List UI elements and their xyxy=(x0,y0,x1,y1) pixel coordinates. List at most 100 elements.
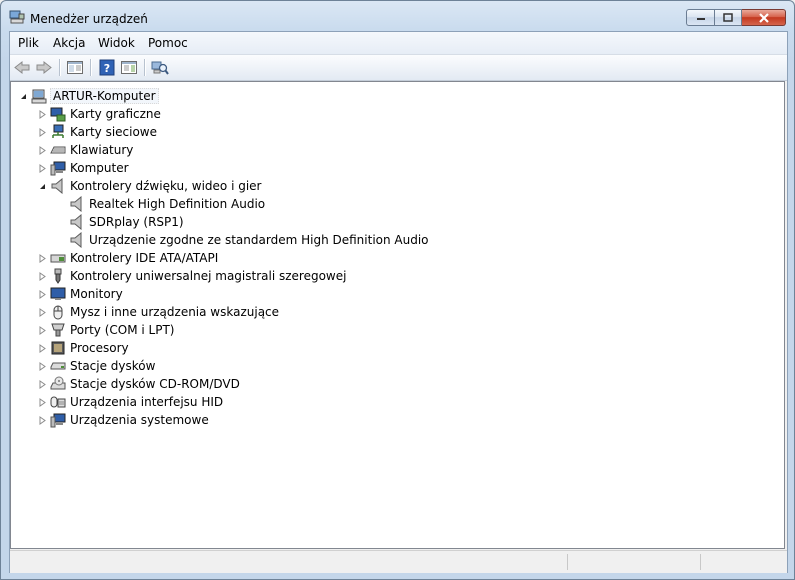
expand-triangle-icon[interactable] xyxy=(38,308,47,317)
tree-item-kontrolery-usb[interactable]: Kontrolery uniwersalnej magistrali szere… xyxy=(11,267,411,285)
tree-item-label: Urządzenia interfejsu HID xyxy=(70,395,224,409)
tree-item-mysz[interactable]: Mysz i inne urządzenia wskazujące xyxy=(11,303,411,321)
minimize-icon xyxy=(696,17,705,20)
system-device-icon xyxy=(50,413,66,428)
toolbar: ? xyxy=(10,55,787,81)
scan-hardware-icon[interactable] xyxy=(151,59,169,76)
tree-item-label: Kontrolery uniwersalnej magistrali szere… xyxy=(70,269,347,283)
cdrom-icon xyxy=(50,376,66,390)
tree-root[interactable]: ARTUR-Komputer xyxy=(11,87,411,105)
expand-triangle-icon[interactable] xyxy=(38,272,47,281)
window-title: Menedżer urządzeń xyxy=(30,12,148,26)
status-bar xyxy=(10,550,787,573)
computer-monitor-icon xyxy=(50,161,66,176)
menu-help[interactable]: Pomoc xyxy=(148,36,188,50)
tree-item-monitory[interactable]: Monitory xyxy=(11,285,411,303)
ide-controller-icon xyxy=(50,254,66,263)
expand-triangle-icon[interactable] xyxy=(38,110,47,119)
expand-triangle-icon[interactable] xyxy=(38,344,47,353)
tree-item-procesory[interactable]: Procesory xyxy=(11,339,411,357)
collapse-triangle-icon[interactable] xyxy=(19,92,28,101)
tree-item-label: Karty graficzne xyxy=(70,107,161,121)
tree-item-kontrolery-ide[interactable]: Kontrolery IDE ATA/ATAPI xyxy=(11,249,411,267)
maximize-icon xyxy=(723,13,733,22)
tree-item-stacje-dyskow[interactable]: Stacje dysków xyxy=(11,357,411,375)
help-icon[interactable]: ? xyxy=(98,59,116,76)
tree-item-urzadzenia-systemowe[interactable]: Urządzenia systemowe xyxy=(11,411,411,429)
tree-item-label: Komputer xyxy=(70,161,129,175)
tree-item-komputer[interactable]: Komputer xyxy=(11,159,411,177)
toolbar-separator xyxy=(90,59,91,76)
expand-triangle-icon[interactable] xyxy=(38,164,47,173)
svg-text:?: ? xyxy=(104,62,110,75)
tree-item-karty-sieciowe[interactable]: Karty sieciowe xyxy=(11,123,411,141)
tree-item-label: Urządzenia systemowe xyxy=(70,413,209,427)
menu-file[interactable]: Plik xyxy=(18,36,39,50)
menu-view[interactable]: Widok xyxy=(98,36,135,50)
device-tree[interactable]: ARTUR-Komputer Karty graficzne Karty sie… xyxy=(10,81,785,549)
caption-buttons xyxy=(686,9,786,27)
tree-item-label: Urządzenie zgodne ze standardem High Def… xyxy=(89,233,429,247)
speaker-icon xyxy=(70,214,82,230)
tree-item-porty[interactable]: Porty (COM i LPT) xyxy=(11,321,411,339)
close-button[interactable] xyxy=(742,9,786,26)
menu-bar: Plik Akcja Widok Pomoc xyxy=(10,32,787,55)
back-arrow-icon[interactable] xyxy=(13,59,31,76)
tree-item-label: Stacje dysków CD-ROM/DVD xyxy=(70,377,240,391)
show-hide-console-tree-icon[interactable] xyxy=(66,59,84,76)
expand-triangle-icon[interactable] xyxy=(38,362,47,371)
status-panel xyxy=(567,554,700,570)
menu-action[interactable]: Akcja xyxy=(53,36,85,50)
tree-item-label: Klawiatury xyxy=(70,143,134,157)
expand-triangle-icon[interactable] xyxy=(38,398,47,407)
expand-triangle-icon[interactable] xyxy=(38,416,47,425)
tree-item-label: Monitory xyxy=(70,287,123,301)
speaker-icon xyxy=(70,196,82,212)
monitor-icon xyxy=(50,287,66,300)
tree-item-label: Porty (COM i LPT) xyxy=(70,323,175,337)
tree-root-label[interactable]: ARTUR-Komputer xyxy=(50,88,159,104)
forward-arrow-icon[interactable] xyxy=(35,59,53,76)
expand-triangle-icon[interactable] xyxy=(38,128,47,137)
tree-item-label: Karty sieciowe xyxy=(70,125,158,139)
tree-item-label: Kontrolery dźwięku, wideo i gier xyxy=(70,179,262,193)
tree-subitem-hd-audio[interactable]: Urządzenie zgodne ze standardem High Def… xyxy=(11,231,511,249)
device-manager-window: Menedżer urządzeń Plik Akcja Widok Pomoc xyxy=(0,0,795,580)
tree-item-label: SDRplay (RSP1) xyxy=(89,215,184,229)
tree-item-label: Kontrolery IDE ATA/ATAPI xyxy=(70,251,219,265)
speaker-icon xyxy=(70,232,82,248)
hid-icon xyxy=(50,396,66,408)
minimize-button[interactable] xyxy=(686,9,714,26)
expand-triangle-icon[interactable] xyxy=(38,326,47,335)
toolbar-separator xyxy=(59,59,60,76)
tree-item-label: Procesory xyxy=(70,341,129,355)
toolbar-separator xyxy=(144,59,145,76)
computer-icon xyxy=(31,89,47,104)
expand-triangle-icon[interactable] xyxy=(38,380,47,389)
tree-item-label: Mysz i inne urządzenia wskazujące xyxy=(70,305,280,319)
device-manager-icon xyxy=(9,10,25,24)
tree-item-label: Realtek High Definition Audio xyxy=(89,197,266,211)
client-area: Plik Akcja Widok Pomoc ? ARTUR-Komputer … xyxy=(9,31,788,573)
tree-item-label: Stacje dysków xyxy=(70,359,156,373)
tree-item-hid[interactable]: Urządzenia interfejsu HID xyxy=(11,393,411,411)
port-icon xyxy=(51,323,65,337)
usb-icon xyxy=(54,268,62,284)
status-panel xyxy=(700,554,786,570)
properties-icon[interactable] xyxy=(120,59,138,76)
title-bar[interactable]: Menedżer urządzeń xyxy=(1,1,794,31)
expand-triangle-icon[interactable] xyxy=(38,146,47,155)
tree-item-karty-graficzne[interactable]: Karty graficzne xyxy=(11,105,411,123)
maximize-button[interactable] xyxy=(714,9,742,26)
tree-subitem-sdrplay[interactable]: SDRplay (RSP1) xyxy=(11,213,511,231)
tree-subitem-realtek[interactable]: Realtek High Definition Audio xyxy=(11,195,511,213)
expand-triangle-icon[interactable] xyxy=(38,290,47,299)
mouse-icon xyxy=(53,305,63,320)
tree-item-kontrolery-dzwieku[interactable]: Kontrolery dźwięku, wideo i gier xyxy=(11,177,411,195)
close-icon xyxy=(758,12,769,23)
collapse-triangle-icon[interactable] xyxy=(38,182,47,191)
speaker-icon xyxy=(51,178,63,194)
tree-item-klawiatury[interactable]: Klawiatury xyxy=(11,141,411,159)
expand-triangle-icon[interactable] xyxy=(38,254,47,263)
tree-item-stacje-cdrom[interactable]: Stacje dysków CD-ROM/DVD xyxy=(11,375,411,393)
